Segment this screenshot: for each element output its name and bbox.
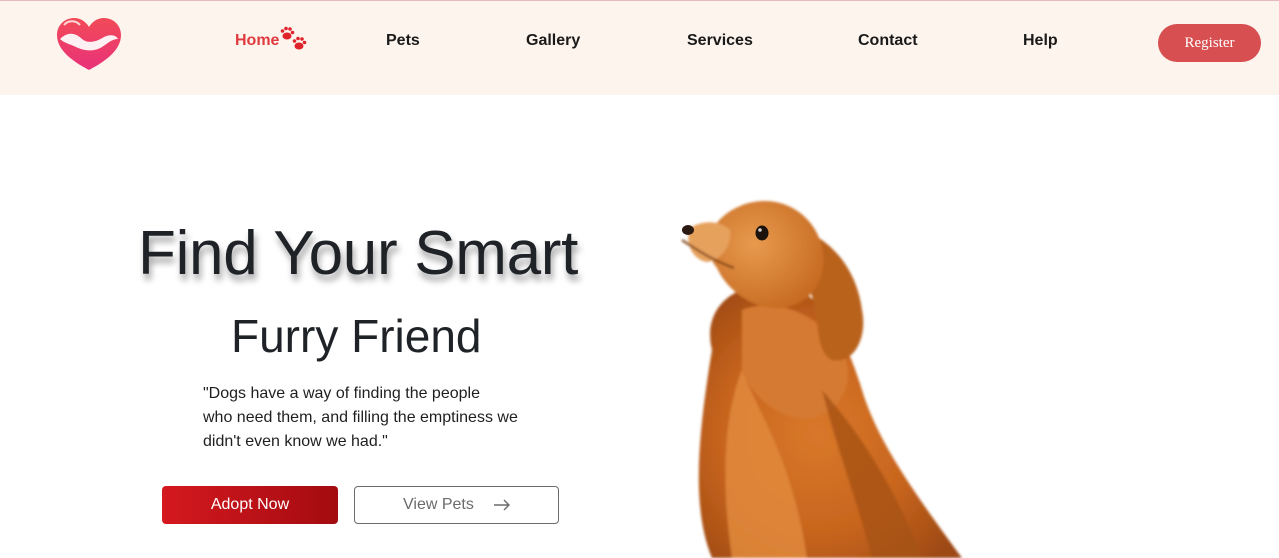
hero-subtitle: Furry Friend <box>231 310 482 362</box>
nav-item-services[interactable]: Services <box>687 32 753 50</box>
register-button[interactable]: Register <box>1158 24 1261 62</box>
heart-hand-logo-icon[interactable] <box>54 17 124 71</box>
dog-photo <box>681 201 962 558</box>
nav-item-pets[interactable]: Pets <box>386 32 420 50</box>
adopt-now-button[interactable]: Adopt Now <box>162 486 338 524</box>
paw-prints-icon <box>280 26 307 50</box>
nav-item-gallery[interactable]: Gallery <box>526 32 580 50</box>
view-pets-label: View Pets <box>403 496 474 513</box>
nav-item-help[interactable]: Help <box>1023 32 1058 50</box>
quote-line: "Dogs have a way of finding the people <box>203 385 480 402</box>
quote-line: didn't even know we had." <box>203 433 388 450</box>
nav-item-home[interactable]: Home <box>235 32 279 50</box>
arrow-right-icon <box>494 499 510 511</box>
nav-item-contact[interactable]: Contact <box>858 32 918 50</box>
navbar: Home Pets Gallery Services Contact Help … <box>0 1 1279 95</box>
hero-title: Find Your Smart <box>138 219 579 288</box>
hero-quote: "Dogs have a way of finding the people w… <box>203 382 533 454</box>
view-pets-button[interactable]: View Pets <box>354 486 559 524</box>
quote-line: who need them, and filling the emptiness… <box>203 409 518 426</box>
